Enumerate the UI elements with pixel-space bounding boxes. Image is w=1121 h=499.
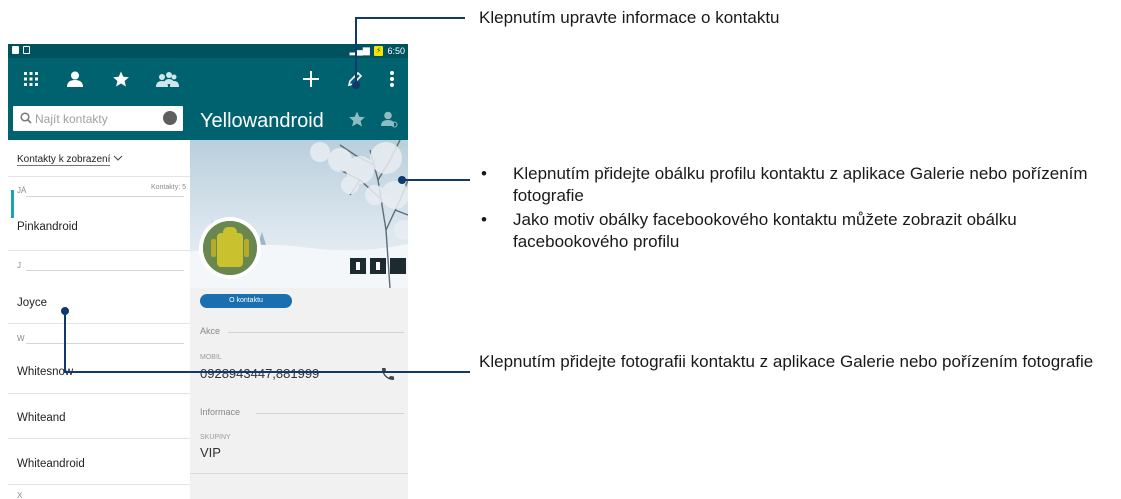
annotation-cover-text: Klepnutím přidejte obálku profilu kontak… — [513, 164, 1088, 205]
bullet: • — [481, 210, 487, 229]
annotation-cover-item: • Jako motiv obálky facebookového kontakt… — [479, 209, 1119, 253]
annotation-edit: Klepnutím upravte informace o kontaktu — [479, 8, 780, 27]
annotation-photo: Klepnutím přidejte fotografii kontaktu z… — [479, 352, 1094, 371]
annotation-cover-text: Jako motiv obálky facebookového kontaktu… — [513, 210, 1017, 251]
annotation-cover-item: • Klepnutím přidejte obálku profilu konta… — [479, 163, 1119, 207]
annotation-cover: • Klepnutím přidejte obálku profilu konta… — [479, 163, 1119, 255]
bullet: • — [481, 164, 487, 183]
